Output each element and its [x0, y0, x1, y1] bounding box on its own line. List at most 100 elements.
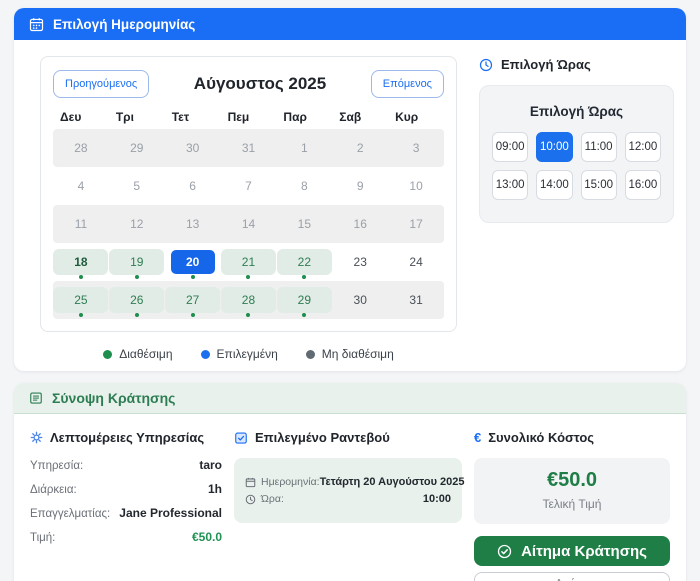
booking-request-button[interactable]: Αίτημα Κράτησης: [474, 536, 670, 566]
calendar-nav: Προηγούμενος Αύγουστος 2025 Επόμενος: [53, 70, 444, 98]
day-number: 31: [241, 141, 256, 155]
time-selection-label-text: Επιλογή Ώρας: [501, 57, 591, 72]
booking-request-label: Αίτημα Κράτησης: [521, 542, 647, 560]
cancel-button[interactable]: ← Ακύρωση: [474, 572, 670, 581]
calendar-day-18[interactable]: 18: [53, 243, 109, 281]
cost-head: € Συνολικό Κόστος: [474, 430, 670, 445]
day-number: 15: [297, 217, 312, 231]
calendar-day-30: 30: [332, 281, 388, 319]
calendar-day-28: 28: [53, 129, 109, 167]
weekday-label-Δευ: Δευ: [60, 110, 82, 124]
left-arrow-icon: ←: [536, 577, 549, 581]
day-number: 5: [133, 179, 141, 193]
weekday-header-row: Δευ Τρι Τετ Πεμ Παρ Σαβ Κυρ: [53, 110, 444, 124]
day-number: 23: [353, 255, 367, 269]
small-calendar-icon: [245, 477, 256, 488]
calendar-day-6: 6: [165, 167, 221, 205]
time-slot-11:00[interactable]: 11:00: [580, 132, 617, 162]
day-number: 7: [245, 179, 252, 193]
time-slot-13:00[interactable]: 13:00: [492, 170, 529, 200]
service-detail-label: Επαγγελματίας:: [30, 508, 111, 520]
legend-label: Διαθέσιμη: [119, 347, 173, 361]
small-clock-icon: [245, 494, 256, 505]
appointment-time-row: Ώρα: 10:00: [245, 493, 451, 505]
calendar-day-1: 1: [276, 129, 332, 167]
date-selection-header: Επιλογή Ημερομηνίας: [14, 8, 686, 40]
calendar-day-29[interactable]: 29: [276, 281, 332, 319]
next-month-button[interactable]: Επόμενος: [370, 70, 444, 98]
legend-dot: [103, 349, 113, 359]
day-number: 4: [77, 179, 85, 193]
weekday-label-Τετ: Τετ: [171, 110, 190, 124]
day-number: 8: [301, 179, 308, 193]
service-detail-label: Υπηρεσία:: [30, 460, 84, 472]
time-slot-14:00[interactable]: 14:00: [536, 170, 573, 200]
time-slot-09:00[interactable]: 09:00: [492, 132, 529, 162]
calendar-day-19[interactable]: 19: [109, 243, 165, 281]
calendar-day-26[interactable]: 26: [109, 281, 165, 319]
service-details-rows: Υπηρεσία: taro Διάρκεια: 1h Επαγγελματίας: Ja…: [30, 458, 222, 544]
calendar-day-31: 31: [221, 129, 277, 167]
calendar-day-8: 8: [276, 167, 332, 205]
legend-label: Επιλεγμένη: [216, 347, 278, 361]
day-number: 30: [353, 293, 367, 307]
time-slot-16:00[interactable]: 16:00: [624, 170, 661, 200]
day-number: 31: [409, 293, 423, 307]
time-slot-10:00[interactable]: 10:00: [536, 132, 573, 162]
legend-item: Επιλεγμένη: [200, 347, 278, 361]
service-detail-value: €50.0: [191, 530, 222, 544]
time-selection-label: Επιλογή Ώρας: [479, 57, 674, 72]
availability-dot: [78, 313, 83, 317]
calendar-day-27[interactable]: 27: [165, 281, 221, 319]
availability-dot: [302, 275, 307, 279]
summary-list-icon: [29, 391, 43, 405]
time-slot-12:00[interactable]: 12:00: [624, 132, 661, 162]
prev-month-button[interactable]: Προηγούμενος: [53, 70, 150, 98]
booking-summary-card: Σύνοψη Κράτησης Λεπτομέρειες Υπηρεσίας Υ…: [14, 383, 686, 581]
date-selection-body: Προηγούμενος Αύγουστος 2025 Επόμενος Δευ…: [14, 40, 686, 371]
day-number: 12: [130, 217, 144, 231]
calendar-day-9: 9: [332, 167, 388, 205]
calendar-day-25[interactable]: 25: [53, 281, 109, 319]
day-number: 30: [185, 141, 200, 155]
weekday-label-Σαβ: Σαβ: [339, 110, 362, 124]
calendar-day-10: 10: [388, 167, 444, 205]
month-title: Αύγουστος 2025: [193, 74, 327, 93]
availability-dot: [78, 275, 83, 279]
day-number: 28: [74, 141, 88, 155]
day-number: 9: [356, 179, 364, 193]
calendar-day-22[interactable]: 22: [276, 243, 332, 281]
time-slot-15:00[interactable]: 15:00: [580, 170, 617, 200]
cost-column: € Συνολικό Κόστος €50.0 Τελική Τιμή Αίτη…: [474, 430, 670, 581]
day-number: 2: [356, 141, 364, 155]
gear-icon: [30, 431, 43, 444]
appointment-title: Επιλεγμένο Ραντεβού: [255, 430, 390, 445]
appointment-time-label: Ώρα:: [245, 493, 284, 505]
calendar-day-28[interactable]: 28: [220, 281, 277, 319]
date-selection-card: Επιλογή Ημερομηνίας Προηγούμενος Αύγουστ…: [14, 8, 686, 371]
day-number: 24: [409, 255, 423, 269]
day-number: 20: [170, 250, 215, 274]
availability-dot: [190, 275, 195, 279]
calendar-day-2: 2: [332, 129, 388, 167]
service-details-column: Λεπτομέρειες Υπηρεσίας Υπηρεσία: taro Διάρ…: [30, 430, 222, 581]
calendar-day-11: 11: [53, 205, 109, 243]
calendar-day-16: 16: [332, 205, 388, 243]
day-number: 10: [409, 179, 423, 193]
calendar-legend: Διαθέσιμη Επιλεγμένη Μη διαθέσιμη: [40, 347, 457, 361]
day-number: 6: [189, 179, 196, 193]
day-number: 16: [353, 217, 367, 231]
day-number: 3: [412, 141, 420, 155]
service-detail-value: taro: [199, 458, 222, 472]
day-number: 27: [165, 287, 221, 313]
calendar-day-15: 15: [276, 205, 332, 243]
calendar-week-row: 11 12 13 14 15 16 17: [53, 205, 444, 243]
time-selection-column: Επιλογή Ώρας Επιλογή Ώρας 09:00 10:00 11:0…: [479, 56, 674, 361]
calendar-day-4: 4: [53, 167, 109, 205]
calendar-day-20[interactable]: 20: [165, 243, 221, 281]
calendar-day-21[interactable]: 21: [220, 243, 277, 281]
weekday-label-Τρι: Τρι: [115, 110, 134, 124]
appointment-date-value: Τετάρτη 20 Αυγούστου 2025: [319, 476, 465, 488]
day-number: 26: [109, 287, 165, 313]
calendar-day-31: 31: [388, 281, 444, 319]
